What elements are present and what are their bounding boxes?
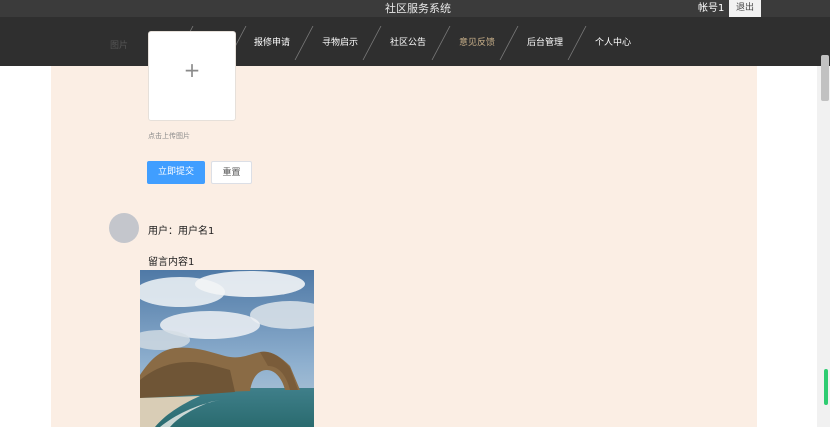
- side-status-indicator: [824, 369, 828, 405]
- logout-button[interactable]: 退出: [729, 0, 761, 17]
- nav-item-community-notice[interactable]: 社区公告: [390, 17, 426, 66]
- feedback-message: 留言内容1: [148, 257, 195, 268]
- feedback-photo: [140, 270, 314, 427]
- nav-separator: [362, 26, 382, 60]
- submit-button[interactable]: 立即提交: [147, 161, 205, 184]
- reset-button[interactable]: 重置: [211, 161, 252, 184]
- nav-separator: [431, 26, 451, 60]
- title-bar: 社区服务系统 帐号1 退出: [0, 0, 830, 17]
- nav-item-feedback[interactable]: 意见反馈: [459, 17, 495, 66]
- nav-separator: [499, 26, 519, 60]
- image-field-label: 图片: [110, 41, 129, 51]
- upload-hint: 点击上传图片: [148, 132, 190, 140]
- nav-item-repair-request[interactable]: 报修申请: [254, 17, 290, 66]
- feedback-user-name: 用户：用户名1: [148, 226, 215, 237]
- scrollbar-thumb[interactable]: [821, 55, 829, 101]
- avatar: [109, 213, 139, 243]
- account-name: 帐号1: [698, 3, 725, 14]
- plus-icon: +: [183, 58, 201, 82]
- nav-item-admin[interactable]: 后台管理: [527, 17, 563, 66]
- nav-separator: [294, 26, 314, 60]
- nav-item-lost-found[interactable]: 寻物启示: [322, 17, 358, 66]
- nav-separator: [567, 26, 587, 60]
- nav-item-profile[interactable]: 个人中心: [595, 17, 631, 66]
- image-upload-box[interactable]: +: [148, 31, 236, 121]
